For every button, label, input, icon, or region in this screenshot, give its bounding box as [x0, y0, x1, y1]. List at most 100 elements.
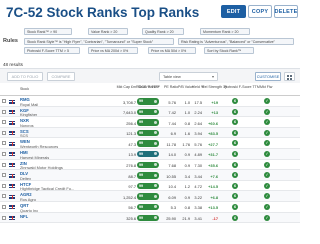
rule-chip[interactable]: Sort by Stock Rank™: [204, 47, 254, 54]
mkt-cap-cell: 256.4: [126, 120, 136, 126]
copy-button[interactable]: COPY: [248, 5, 272, 18]
edit-button[interactable]: EDIT: [221, 5, 246, 18]
table-row[interactable]: AGR2Ros Agro1,252.413.3996.090.93.22+6.8…: [0, 191, 300, 202]
uk-flag-icon: [9, 184, 15, 189]
rank-style-icon: [154, 110, 157, 114]
table-row[interactable]: RMGRoyal Mail3,708.710.3995.761.017.5+19…: [0, 96, 300, 107]
rule-chip[interactable]: Piotroski F-Score TTM > 5: [24, 47, 80, 54]
rule-chip[interactable]: Momentum Rank > 20: [200, 28, 250, 35]
yield-cell: 4.72: [194, 184, 202, 190]
row-checkbox[interactable]: [2, 109, 6, 114]
col-stock[interactable]: Stock: [20, 87, 29, 91]
delete-button[interactable]: DELETE: [274, 5, 298, 18]
rank-style-icon: [154, 216, 157, 220]
rank-style-icon: [154, 120, 157, 124]
rel-strength-cell: +35.6: [208, 163, 218, 169]
stock-rank-badge[interactable]: 99: [137, 98, 159, 105]
pb-value-cell: 0.9: [184, 152, 190, 158]
rank-style-icon: [154, 173, 157, 177]
col-pb-value[interactable]: P/B Value: [178, 85, 194, 89]
table-row[interactable]: KGFKingfisher7,643.010.1997.421.02.24+13…: [0, 106, 300, 118]
check-icon: ✓: [264, 214, 270, 221]
col-pe-ratio[interactable]: PE Ratio: [164, 85, 178, 89]
stock-rank-badge[interactable]: 99: [137, 182, 159, 190]
col-stock-rank[interactable]: Stock Rank™: [138, 85, 160, 89]
rank-style-icon: [154, 152, 157, 156]
row-checkbox[interactable]: [2, 130, 6, 135]
rule-chip[interactable]: Stock Rank™ > 90: [24, 28, 72, 35]
rule-chip[interactable]: Value Rank > 20: [88, 28, 128, 35]
view-select[interactable]: Table view ▾: [159, 72, 218, 81]
stock-rank-badge[interactable]: 99: [137, 140, 159, 147]
page-title: 7C-52 Stock Ranks Top Ranks: [6, 5, 200, 20]
rule-chip[interactable]: Price vs MA 50d > 0%: [148, 47, 196, 54]
stock-rank-badge[interactable]: 99: [137, 203, 159, 211]
stock-rank-value: 99: [139, 183, 144, 188]
col-piotroski[interactable]: Piotroski F-Score TTM: [224, 85, 260, 89]
stock-rank-badge[interactable]: 99: [137, 214, 159, 222]
stock-rank-badge[interactable]: 99: [137, 119, 159, 126]
mkt-cap-cell: 13.9: [128, 152, 136, 158]
stock-rank-badge[interactable]: 99: [137, 129, 159, 137]
compare-button[interactable]: COMPARE: [47, 72, 75, 81]
col-rel-strength[interactable]: Rel Strength 1y: [202, 85, 227, 89]
uk-flag-icon: [9, 216, 15, 221]
mkt-cap-cell: 325.6: [126, 216, 136, 222]
rule-chip[interactable]: Price vs MA 200d > 0%: [88, 47, 138, 54]
stock-rank-badge[interactable]: 99: [137, 193, 159, 200]
col-mkt-cap[interactable]: Mkt Cap £m: [116, 85, 136, 89]
table-row[interactable]: SCSSCS121.313.4996.91.63.94+83.56✓: [0, 127, 300, 139]
row-checkbox[interactable]: [2, 99, 6, 103]
stock-ticker[interactable]: NFL: [20, 214, 28, 219]
stock-rank-badge[interactable]: 99: [137, 150, 159, 158]
stock-rank-badge[interactable]: 99: [137, 172, 159, 179]
row-checkbox[interactable]: [2, 151, 6, 156]
col-mkt-flow[interactable]: Mkt Flw: [260, 85, 278, 89]
stock-rank-badge[interactable]: 99: [137, 161, 159, 169]
table-row[interactable]: NXRNorcros256.413.0997.440.82.64+60.66✓: [0, 117, 300, 128]
piotroski-badge: 6: [232, 172, 238, 179]
pb-value-cell: 1.0: [184, 99, 190, 105]
check-icon: ✓: [264, 140, 270, 147]
table-row[interactable]: HMIHarvest Minerals13.90.09914.00.94.89+…: [0, 148, 300, 160]
check-icon: ✓: [264, 182, 270, 189]
table-row[interactable]: WENWentworth Resources47.32.19911.781.76…: [0, 138, 300, 149]
pb-value-cell: 1.6: [184, 131, 190, 137]
grid-view-icon[interactable]: [284, 72, 295, 81]
row-checkbox[interactable]: [2, 141, 6, 146]
rel-strength-cell: +14.5: [208, 184, 218, 190]
stock-rank-badge[interactable]: 99: [137, 108, 159, 116]
table-row[interactable]: HTCF Hightbridge Tactical Credit Fu... 97.…: [0, 181, 300, 192]
row-checkbox[interactable]: [2, 173, 6, 178]
rule-chip[interactable]: Stock Rank Style™ is "High Flyer", "Cont…: [24, 38, 174, 45]
mkt-cap-cell: 88.7: [128, 173, 136, 179]
pe-ratio-cell: 7.42: [168, 110, 176, 116]
row-checkbox[interactable]: [2, 215, 6, 220]
rules-label: Rules: [3, 38, 18, 44]
table-row[interactable]: QRTQuarto Inc56.718.2995.30.83.38+13.56✓: [0, 202, 300, 213]
row-checkbox[interactable]: [2, 162, 6, 167]
check-icon: ✓: [264, 161, 270, 168]
table-row[interactable]: NFL325.67.09925.9021.93.41-176✓: [0, 212, 300, 224]
yield-cell: 3.94: [194, 131, 202, 137]
yield-cell: 5.76: [194, 141, 202, 147]
row-checkbox[interactable]: [2, 120, 6, 125]
rel-strength-cell: +60.6: [208, 120, 218, 126]
results-table-body: RMGRoyal Mail3,708.710.3995.761.017.5+19…: [0, 96, 300, 224]
table-row[interactable]: ZINZinnwald Motor Holdings276.811.7997.6…: [0, 160, 300, 171]
table-row[interactable]: DLVDeltex88.718.19910.553.43.44+7.66✓: [0, 170, 300, 181]
row-checkbox[interactable]: [2, 204, 6, 209]
row-checkbox[interactable]: [2, 183, 6, 188]
add-to-folio-button[interactable]: ADD TO FOLIO: [7, 72, 43, 81]
piotroski-badge: 6: [232, 193, 238, 200]
piotroski-badge: 6: [232, 119, 238, 126]
uk-flag-icon: [9, 205, 15, 210]
rule-chip[interactable]: Quality Rank > 20: [142, 28, 184, 35]
stock-rank-value: 99: [139, 141, 144, 146]
pe-ratio-cell: 7.44: [168, 120, 176, 126]
customise-button[interactable]: CUSTOMISE: [255, 72, 281, 81]
rule-chip[interactable]: Risk Rating is "Adventurous", "Balanced"…: [178, 38, 294, 45]
stock-rank-value: 99: [139, 173, 144, 178]
row-checkbox[interactable]: [2, 194, 6, 199]
col-yield[interactable]: Yield %: [192, 85, 204, 89]
